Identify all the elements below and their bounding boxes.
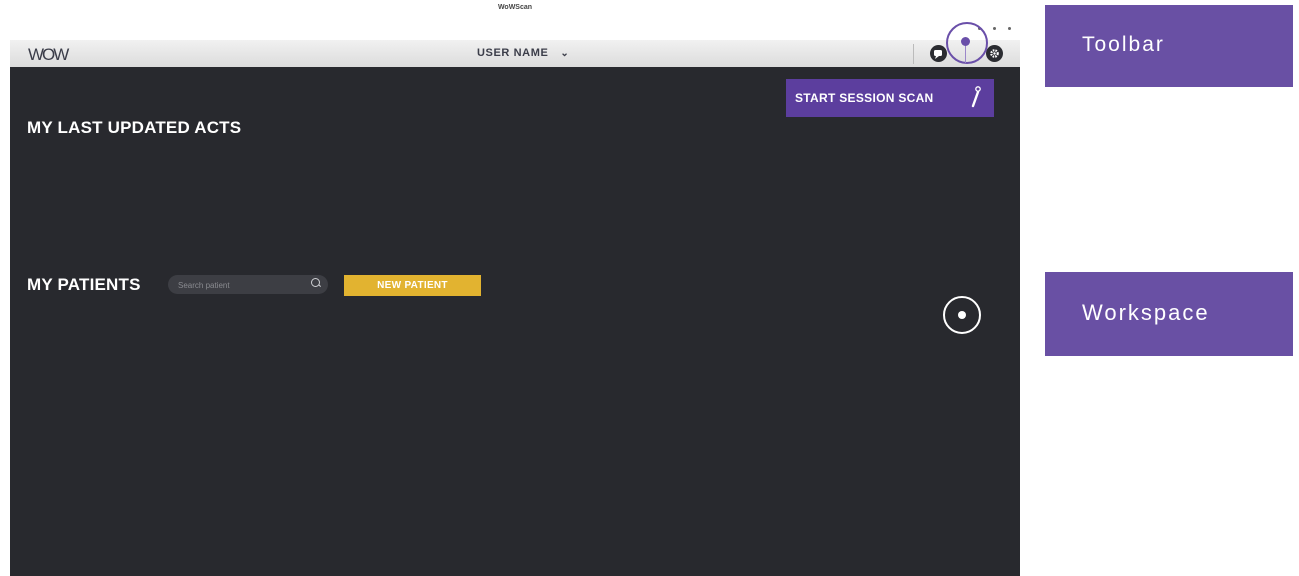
app-window: WoWScan WOW USER NAME ⌄ START SESSION SCA… [10, 0, 1020, 576]
maximize-button[interactable] [993, 27, 996, 30]
start-session-scan-label: START SESSION SCAN [795, 91, 934, 105]
close-button[interactable] [1008, 27, 1011, 30]
toolbar-divider [913, 44, 914, 64]
scanner-wand-icon [970, 86, 982, 113]
workspace: START SESSION SCAN MY LAST UPDATED ACTS … [10, 67, 1020, 576]
workspace-annotation-label: Workspace [1045, 272, 1293, 356]
chat-icon[interactable] [930, 45, 947, 62]
user-menu[interactable]: USER NAME ⌄ [477, 47, 569, 59]
gear-icon[interactable] [986, 45, 1003, 62]
search-input[interactable] [176, 275, 305, 296]
window-title: WoWScan [497, 4, 533, 11]
chevron-down-icon: ⌄ [560, 48, 570, 59]
new-patient-button[interactable]: NEW PATIENT [344, 275, 481, 296]
my-patients-title: MY PATIENTS [27, 275, 141, 294]
toolbar-annotation-label: Toolbar [1045, 5, 1293, 87]
last-updated-acts-title: MY LAST UPDATED ACTS [27, 118, 242, 137]
start-session-scan-button[interactable]: START SESSION SCAN [786, 79, 994, 117]
patient-search [168, 275, 328, 296]
toolbar-highlight-dot [961, 37, 970, 46]
search-icon[interactable] [311, 278, 320, 287]
workspace-pointer-icon [943, 296, 981, 334]
wow-logo: WOW [28, 45, 69, 64]
title-bar: WoWScan [10, 0, 1020, 40]
user-name: USER NAME [477, 47, 549, 59]
toolbar-highlight-stem [965, 46, 966, 63]
toolbar: WOW USER NAME ⌄ [10, 40, 1020, 67]
